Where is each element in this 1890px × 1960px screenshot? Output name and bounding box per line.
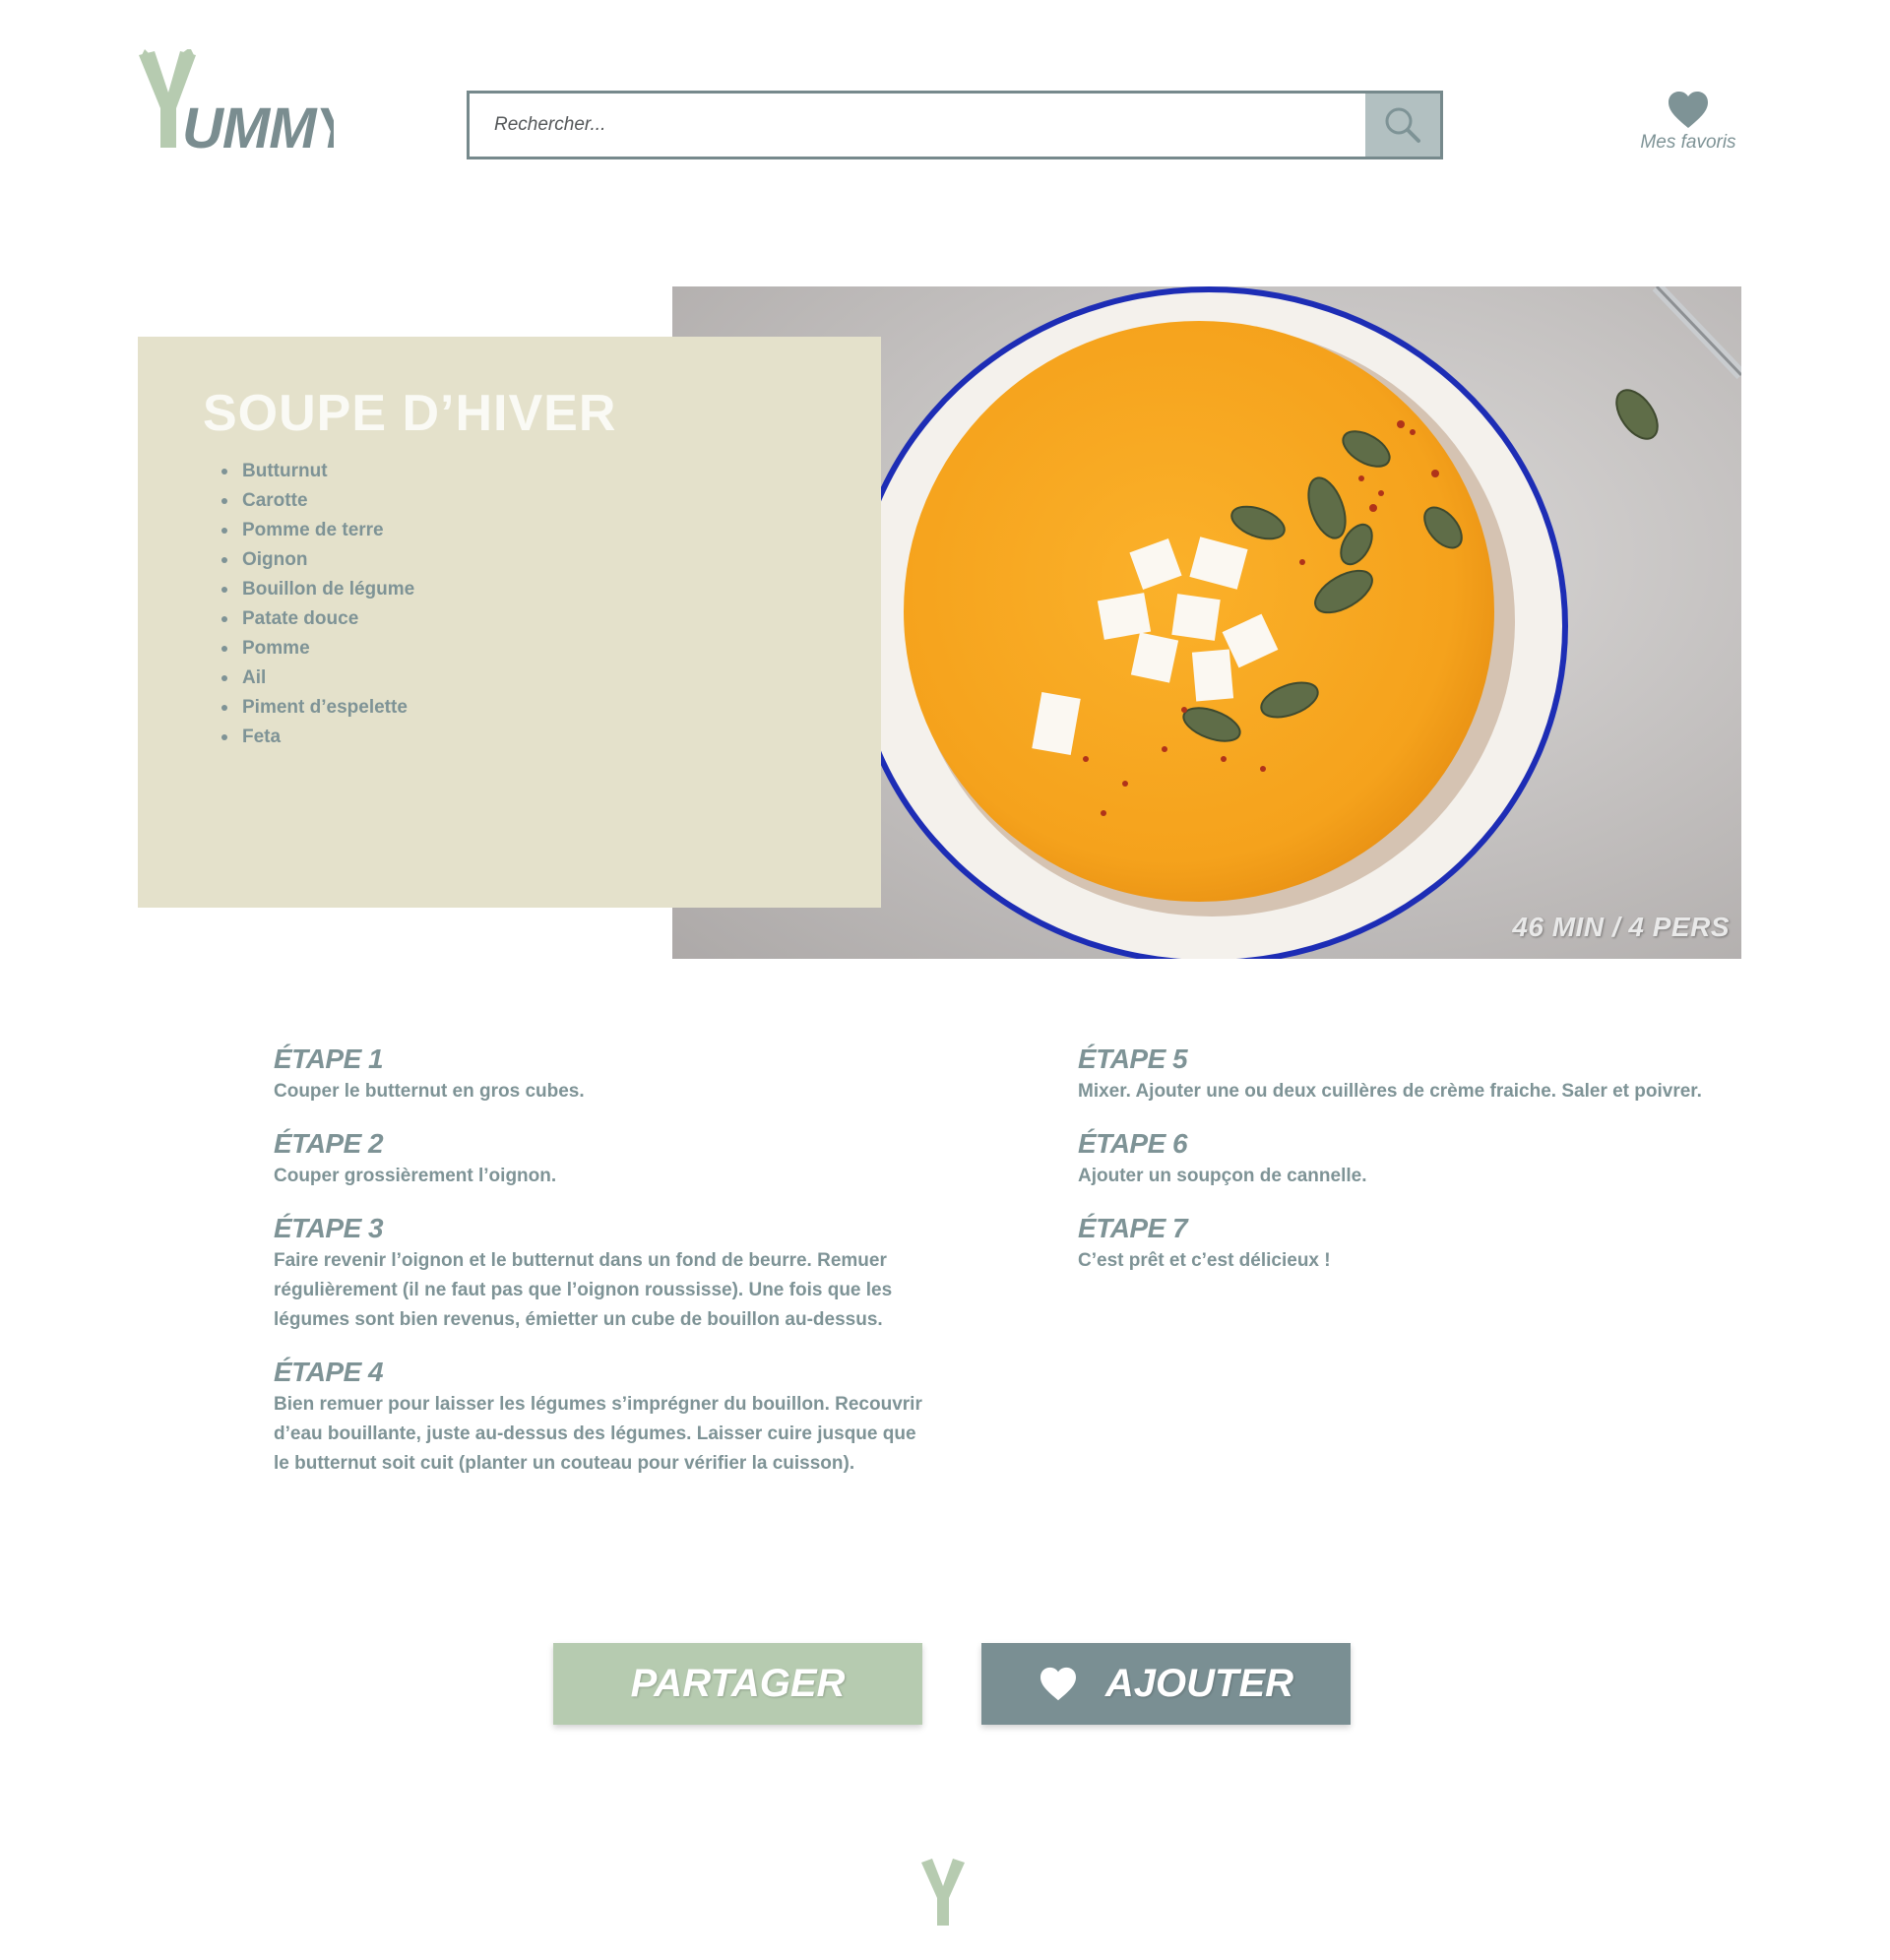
step-text: C’est prêt et c’est délicieux ! [1078, 1250, 1331, 1271]
ingredient-item: Ail [220, 664, 414, 693]
step-6: ÉTAPE 6 Ajouter un soupçon de cannelle. [1078, 1126, 1708, 1191]
ingredient-item: Patate douce [220, 604, 414, 634]
step-title: ÉTAPE 3 [274, 1213, 384, 1243]
search-bar [467, 91, 1443, 159]
step-5: ÉTAPE 5 Mixer. Ajouter une ou deux cuill… [1078, 1042, 1708, 1106]
ingredient-item: Feta [220, 723, 414, 752]
step-4: ÉTAPE 4 Bien remuer pour laisser les lég… [274, 1355, 933, 1479]
recipe-meta: 46 MIN / 4 PERS [1512, 912, 1730, 942]
heart-icon [1040, 1667, 1076, 1700]
step-title: ÉTAPE 6 [1078, 1128, 1188, 1159]
share-button-label: PARTAGER [630, 1662, 846, 1705]
step-text: Faire revenir l’oignon et le butternut d… [274, 1250, 893, 1330]
step-title: ÉTAPE 1 [274, 1043, 384, 1074]
search-input[interactable] [470, 94, 1365, 157]
search-button[interactable] [1365, 94, 1440, 157]
favorites-link[interactable]: Mes favoris [1624, 91, 1752, 165]
footer-logo[interactable] [919, 1857, 967, 1928]
step-title: ÉTAPE 7 [1078, 1213, 1188, 1243]
heart-icon [1669, 92, 1708, 128]
search-icon [1385, 107, 1420, 143]
recipe-card: SOUPE D’HIVER Butturnut Carotte Pomme de… [138, 337, 881, 908]
recipe-title: SOUPE D’HIVER [203, 385, 617, 442]
step-title: ÉTAPE 5 [1078, 1043, 1188, 1074]
favorites-label: Mes favoris [1640, 132, 1736, 153]
step-text: Ajouter un soupçon de cannelle. [1078, 1166, 1367, 1186]
step-text: Couper grossièrement l’oignon. [274, 1166, 557, 1186]
step-title: ÉTAPE 4 [274, 1357, 384, 1387]
ingredient-item: Oignon [220, 545, 414, 575]
ingredient-list: Butturnut Carotte Pomme de terre Oignon … [203, 457, 414, 752]
step-7: ÉTAPE 7 C’est prêt et c’est délicieux ! [1078, 1211, 1708, 1276]
step-text: Bien remuer pour laisser les légumes s’i… [274, 1394, 922, 1474]
step-title: ÉTAPE 2 [274, 1128, 384, 1159]
logo-mark: UMMY [139, 47, 360, 160]
add-to-favorites-button[interactable]: AJOUTER [981, 1643, 1351, 1725]
step-1: ÉTAPE 1 Couper le butternut en gros cube… [274, 1042, 933, 1106]
ingredient-item: Pomme de terre [220, 516, 414, 545]
ingredient-item: Bouillon de légume [220, 575, 414, 604]
step-2: ÉTAPE 2 Couper grossièrement l’oignon. [274, 1126, 933, 1191]
step-text: Mixer. Ajouter une ou deux cuillères de … [1078, 1081, 1702, 1102]
steps-column-left: ÉTAPE 1 Couper le butternut en gros cube… [274, 1042, 933, 1498]
footer-logo-mark [921, 1859, 965, 1926]
ingredient-item: Piment d’espelette [220, 693, 414, 723]
step-text: Couper le butternut en gros cubes. [274, 1081, 585, 1102]
steps-column-right: ÉTAPE 5 Mixer. Ajouter une ou deux cuill… [1078, 1042, 1708, 1296]
share-button[interactable]: PARTAGER [553, 1643, 922, 1725]
ingredient-item: Carotte [220, 486, 414, 516]
step-3: ÉTAPE 3 Faire revenir l’oignon et le but… [274, 1211, 933, 1335]
svg-text:UMMY: UMMY [182, 96, 334, 158]
logo[interactable]: UMMY [137, 47, 360, 160]
ingredient-item: Butturnut [220, 457, 414, 486]
ingredient-item: Pomme [220, 634, 414, 664]
add-button-label: AJOUTER [1104, 1662, 1294, 1705]
